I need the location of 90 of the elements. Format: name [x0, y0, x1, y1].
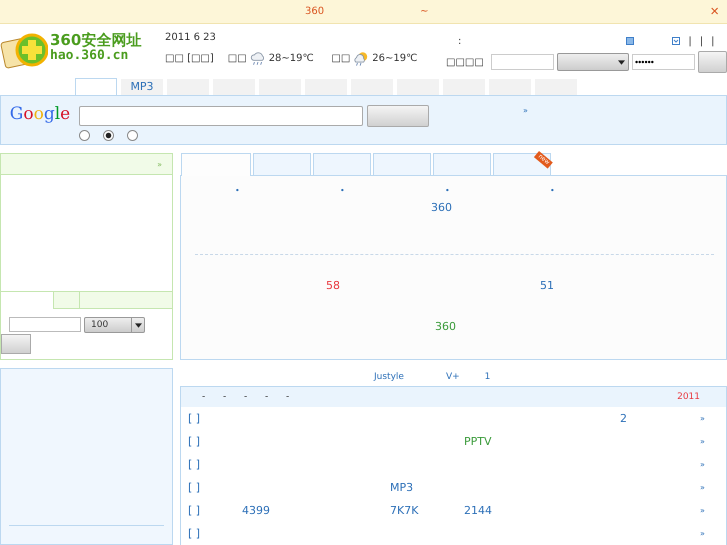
- window-icon[interactable]: [626, 37, 634, 45]
- link-text[interactable]: 58: [326, 279, 340, 293]
- ticker-link[interactable]: 1: [484, 372, 490, 382]
- password-field[interactable]: ••••••: [632, 54, 695, 70]
- more-link[interactable]: »: [700, 529, 705, 538]
- separator-text: -: [265, 392, 270, 402]
- separator-text: |: [688, 36, 692, 46]
- google-logo: Google: [10, 104, 70, 124]
- logo-title: 360安全网址: [50, 32, 142, 48]
- more-link[interactable]: »: [700, 414, 705, 423]
- nav-tab[interactable]: [443, 79, 485, 95]
- news-link[interactable]: 2144: [464, 504, 492, 517]
- content-tab[interactable]: [181, 153, 251, 176]
- news-link[interactable]: PPTV: [464, 435, 492, 448]
- more-link[interactable]: »: [700, 506, 705, 515]
- notice-text: 360: [305, 6, 324, 17]
- nav-tab[interactable]: [489, 79, 531, 95]
- news-link[interactable]: 2: [620, 412, 627, 425]
- sun-cloud-icon: [353, 51, 370, 66]
- nav-tab[interactable]: MP3: [121, 79, 163, 95]
- category-bracket: [ ]: [188, 412, 202, 425]
- content-tab[interactable]: [433, 153, 491, 175]
- date-text: 2011 6 23: [165, 32, 217, 43]
- bullet-text: •: [340, 186, 346, 197]
- bullet-text: •: [235, 186, 241, 197]
- nav-tab[interactable]: [167, 79, 209, 95]
- ticker-link[interactable]: Justyle: [374, 372, 404, 382]
- ticker-link[interactable]: V+: [446, 372, 460, 382]
- close-button[interactable]: ×: [708, 4, 721, 19]
- news-link[interactable]: 4399: [242, 504, 270, 517]
- city-text: □□: [228, 53, 247, 64]
- separator-text: -: [244, 392, 248, 402]
- panel-tab[interactable]: [79, 291, 172, 309]
- logo-icon: [0, 33, 48, 69]
- link-text[interactable]: 360: [431, 201, 452, 214]
- separator-text: |: [700, 36, 704, 46]
- more-link[interactable]: »: [523, 106, 528, 116]
- notice-text: ~: [420, 6, 428, 17]
- link-text[interactable]: 51: [540, 279, 554, 293]
- caret-icon: [618, 60, 625, 64]
- content-tab[interactable]: [253, 153, 311, 175]
- city-text: □□: [331, 53, 350, 64]
- more-link[interactable]: »: [700, 437, 705, 446]
- bullet-text: •: [550, 186, 556, 197]
- link-text[interactable]: 360: [435, 320, 456, 333]
- nav-tab[interactable]: [397, 79, 439, 95]
- nav-tab[interactable]: [305, 79, 347, 95]
- category-bracket: [ ]: [188, 435, 202, 448]
- radio-button[interactable]: [127, 130, 138, 141]
- mail-icon[interactable]: [672, 37, 680, 45]
- search-field[interactable]: [79, 106, 363, 126]
- number-dropdown[interactable]: 100: [84, 317, 145, 333]
- rain-cloud-icon: [250, 51, 266, 66]
- logo-url: hao.360.cn: [50, 48, 128, 63]
- location-text[interactable]: □□ [□□]: [165, 53, 214, 64]
- nav-tab[interactable]: [213, 79, 255, 95]
- more-link[interactable]: »: [700, 460, 705, 469]
- news-link[interactable]: 7K7K: [390, 504, 418, 517]
- submit-button[interactable]: [1, 334, 31, 354]
- temperature-text: 26~19℃: [372, 53, 418, 64]
- category-bracket: [ ]: [188, 527, 202, 540]
- panel-tab[interactable]: [53, 291, 79, 309]
- login-label: □□□□: [446, 56, 485, 68]
- nav-tab[interactable]: [535, 79, 577, 95]
- category-bracket: [ ]: [188, 481, 202, 494]
- bullet-text: •: [445, 186, 451, 197]
- news-link[interactable]: MP3: [390, 481, 414, 494]
- more-link[interactable]: »: [700, 483, 705, 492]
- nav-tab[interactable]: [259, 79, 301, 95]
- nav-tab[interactable]: [75, 78, 117, 95]
- separator-text: -: [202, 392, 206, 402]
- caret-icon: [134, 322, 142, 328]
- login-button[interactable]: [698, 51, 727, 73]
- radio-button[interactable]: [79, 130, 90, 141]
- category-bracket: [ ]: [188, 458, 202, 471]
- content-tab[interactable]: [373, 153, 431, 175]
- content-tab[interactable]: [313, 153, 371, 175]
- search-button[interactable]: [367, 105, 429, 127]
- colon-text: :: [458, 36, 462, 46]
- separator-text: -: [286, 392, 290, 402]
- separator-text: -: [223, 392, 228, 402]
- account-dropdown[interactable]: [557, 53, 629, 71]
- username-field[interactable]: [491, 54, 554, 70]
- date-text: 2011: [677, 392, 700, 402]
- text-field[interactable]: [9, 317, 81, 332]
- radio-button[interactable]: [103, 130, 114, 141]
- temperature-text: 28~19℃: [268, 53, 314, 64]
- nav-tab[interactable]: [351, 79, 393, 95]
- category-bracket: [ ]: [188, 504, 202, 517]
- separator-text: |: [711, 36, 714, 46]
